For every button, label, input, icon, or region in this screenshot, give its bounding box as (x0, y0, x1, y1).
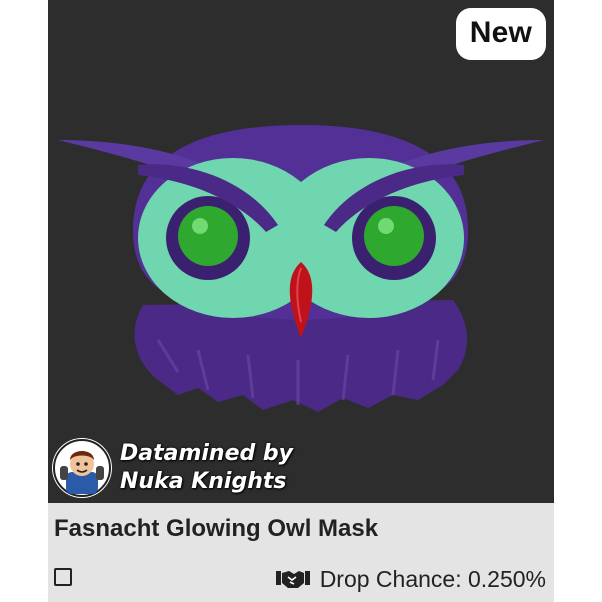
item-title[interactable]: Fasnacht Glowing Owl Mask (54, 515, 378, 543)
credit-line-2: Nuka Knights (120, 469, 287, 494)
item-card[interactable]: New Datamined by Nuka Knights Fasnacht G… (48, 0, 554, 602)
drop-chance-label: Drop Chance: 0.250% (319, 565, 546, 592)
nuka-knights-avatar (52, 438, 112, 498)
datamined-credit: Datamined by Nuka Knights (52, 438, 293, 498)
new-badge: New (455, 8, 546, 60)
drop-chance: Drop Chance: 0.250% (275, 562, 546, 596)
owl-mask-image (58, 125, 544, 412)
collect-checkbox[interactable] (54, 568, 72, 586)
mascot-icon (53, 439, 111, 497)
handshake-icon (275, 571, 310, 588)
item-footer: Drop Chance: 0.250% (48, 562, 554, 596)
item-image[interactable]: New Datamined by Nuka Knights (48, 0, 554, 503)
credit-text: Datamined by Nuka Knights (120, 440, 293, 496)
credit-line-1: Datamined by (120, 441, 294, 466)
